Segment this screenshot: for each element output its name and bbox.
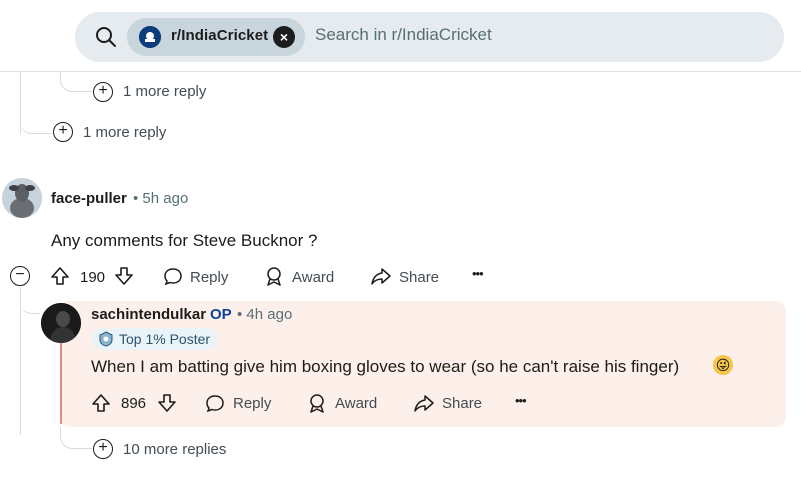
search-bar[interactable]: r/IndiaCricket ×	[75, 12, 784, 62]
reply-button[interactable]: Reply	[233, 395, 271, 412]
community-name: r/IndiaCricket	[171, 27, 269, 44]
share-icon[interactable]	[371, 266, 391, 286]
more-options-icon[interactable]: •••	[515, 393, 527, 408]
comment-time: • 4h ago	[237, 306, 293, 323]
comment-time: • 5h ago	[133, 190, 189, 207]
downvote-icon[interactable]	[114, 266, 134, 286]
downvote-icon[interactable]	[157, 393, 177, 413]
more-replies-link[interactable]: 10 more replies	[123, 441, 226, 458]
expand-plus-icon[interactable]: +	[53, 122, 73, 142]
share-icon[interactable]	[414, 393, 434, 413]
expand-plus-icon[interactable]: +	[93, 82, 113, 102]
thread-line	[60, 427, 92, 449]
award-button[interactable]: Award	[335, 395, 377, 412]
vote-count: 896	[121, 395, 147, 412]
award-icon[interactable]	[307, 393, 327, 413]
top-header: r/IndiaCricket ×	[0, 0, 801, 72]
user-flair: Top 1% Poster	[91, 328, 217, 350]
thread-line	[60, 72, 92, 92]
thread-line	[60, 330, 62, 424]
community-chip[interactable]: r/IndiaCricket ×	[127, 18, 305, 56]
award-button[interactable]: Award	[292, 269, 334, 286]
op-badge: OP	[210, 306, 232, 323]
community-avatar-icon	[139, 26, 161, 48]
more-reply-link[interactable]: 1 more reply	[123, 83, 206, 100]
comment-body: Any comments for Steve Bucknor ?	[51, 231, 318, 250]
collapse-minus-icon[interactable]: −	[10, 266, 30, 286]
share-button[interactable]: Share	[399, 269, 439, 286]
search-icon[interactable]	[95, 26, 117, 48]
expand-plus-icon[interactable]: +	[93, 439, 113, 459]
upvote-icon[interactable]	[91, 393, 111, 413]
avatar[interactable]	[41, 303, 81, 343]
comment-author[interactable]: sachintendulkar	[91, 306, 206, 323]
vote-count: 190	[80, 269, 106, 286]
top-poster-badge-icon	[99, 331, 113, 347]
more-options-icon[interactable]: •••	[472, 266, 484, 281]
flair-text: Top 1% Poster	[119, 331, 211, 347]
comment-author[interactable]: face-puller	[51, 190, 127, 207]
close-icon[interactable]: ×	[273, 26, 295, 48]
upvote-icon[interactable]	[50, 266, 70, 286]
search-input[interactable]	[315, 25, 755, 45]
avatar[interactable]	[2, 178, 42, 218]
more-reply-link[interactable]: 1 more reply	[83, 124, 166, 141]
comment-body: When I am batting give him boxing gloves…	[91, 357, 680, 376]
thread-line	[20, 114, 52, 134]
award-icon[interactable]	[264, 266, 284, 286]
reply-button[interactable]: Reply	[190, 269, 228, 286]
reply-icon[interactable]	[163, 266, 183, 286]
thread-line	[20, 290, 40, 314]
share-button[interactable]: Share	[442, 395, 482, 412]
thread-line	[20, 287, 21, 435]
tongue-wink-emoji: 😜	[713, 355, 733, 375]
reply-icon[interactable]	[205, 393, 225, 413]
